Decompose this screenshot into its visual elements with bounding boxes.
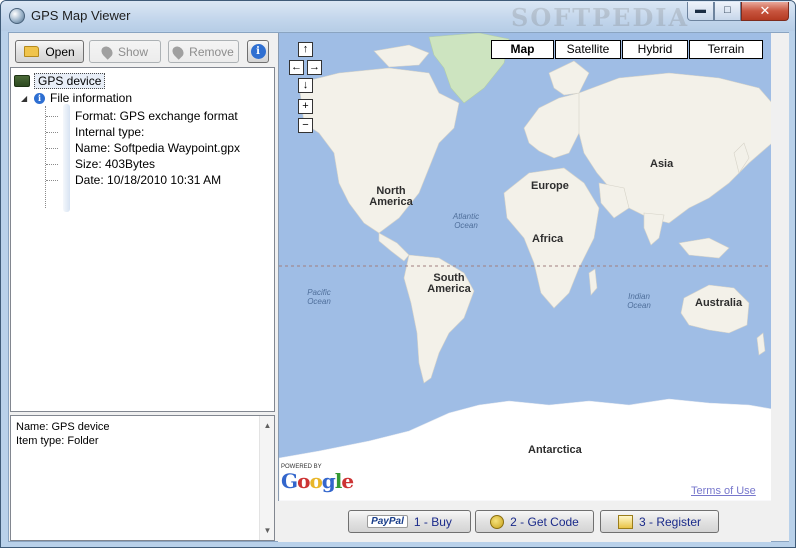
tree-node-file-information[interactable]: ◢ i File information xyxy=(21,90,132,106)
map-type-satellite-button[interactable]: Satellite xyxy=(555,40,621,59)
terms-of-use-link[interactable]: Terms of Use xyxy=(691,485,756,497)
window-edge xyxy=(772,33,789,541)
world-map-graphic xyxy=(279,33,771,501)
paypal-icon: PayPal xyxy=(367,515,408,528)
get-code-button[interactable]: 2 - Get Code xyxy=(475,510,594,533)
tree-guide-branch xyxy=(46,164,58,165)
buy-button[interactable]: PayPal 1 - Buy xyxy=(348,510,471,533)
app-window: GPS Map Viewer SOFTPEDIA ▬ □ ✕ Open Show… xyxy=(0,0,796,548)
collapse-arrow-icon[interactable]: ◢ xyxy=(21,94,29,103)
label-europe: Europe xyxy=(531,180,569,192)
remove-button-label: Remove xyxy=(189,44,234,59)
tree-leaf-marker xyxy=(63,104,70,212)
tree-guide-branch xyxy=(46,132,58,133)
details-scrollbar[interactable]: ▲ ▼ xyxy=(259,416,274,540)
label-africa: Africa xyxy=(532,233,564,245)
register-button-label: 3 - Register xyxy=(638,514,702,529)
pin-icon xyxy=(99,43,115,60)
get-code-button-label: 2 - Get Code xyxy=(510,514,579,529)
label-asia: Asia xyxy=(650,158,674,170)
google-logo-wordmark: Google xyxy=(281,469,354,493)
close-button[interactable]: ✕ xyxy=(741,2,789,21)
map-view[interactable]: Map Satellite Hybrid Terrain ↑ ← → ↓ + −… xyxy=(278,33,771,501)
open-button[interactable]: Open xyxy=(15,40,84,63)
google-logo[interactable]: POWERED BY Google xyxy=(281,464,354,493)
tree-leaf[interactable]: Name: Softpedia Waypoint.gpx xyxy=(75,140,240,156)
register-icon xyxy=(617,514,633,529)
tree-node-label: File information xyxy=(50,91,133,105)
show-button[interactable]: Show xyxy=(89,40,161,63)
pan-up-button[interactable]: ↑ xyxy=(298,42,313,57)
label-pacific-ocean: Pacific Ocean xyxy=(307,288,331,306)
tree-guide-line xyxy=(45,106,46,208)
folder-open-icon xyxy=(24,46,40,57)
remove-pin-icon xyxy=(170,43,186,60)
label-north-america: North America xyxy=(369,185,413,208)
label-south-america: South America xyxy=(427,272,471,295)
key-icon xyxy=(490,514,505,529)
label-australia: Australia xyxy=(695,297,743,309)
scroll-up-icon[interactable]: ▲ xyxy=(260,418,275,433)
zoom-out-button[interactable]: − xyxy=(298,118,313,133)
map-type-hybrid-button[interactable]: Hybrid xyxy=(622,40,688,59)
label-antarctica: Antarctica xyxy=(528,444,582,456)
scroll-down-icon[interactable]: ▼ xyxy=(260,523,275,538)
tree-node-label: GPS device xyxy=(34,73,106,89)
tree-guide-branch xyxy=(46,180,58,181)
info-button[interactable]: i xyxy=(247,40,269,63)
register-button[interactable]: 3 - Register xyxy=(600,510,719,533)
watermark: SOFTPEDIA xyxy=(511,3,690,32)
map-type-map-button[interactable]: Map xyxy=(491,40,554,59)
tree-leaf[interactable]: Internal type: xyxy=(75,124,144,140)
tree-guide-branch xyxy=(46,148,58,149)
toolbar: Open Show Remove i xyxy=(9,33,276,67)
device-tree[interactable]: GPS device ◢ i File information Format: … xyxy=(10,67,275,412)
tree-leaf[interactable]: Format: GPS exchange format xyxy=(75,108,238,124)
pan-left-button[interactable]: ← xyxy=(289,60,304,75)
minimize-button[interactable]: ▬ xyxy=(687,2,714,21)
detail-name: Name: GPS device xyxy=(16,421,110,433)
pan-right-button[interactable]: → xyxy=(307,60,322,75)
buy-button-label: 1 - Buy xyxy=(413,514,452,529)
detail-item-type: Item type: Folder xyxy=(16,435,99,447)
window-title: GPS Map Viewer xyxy=(31,8,131,23)
tree-leaf[interactable]: Size: 403Bytes xyxy=(75,156,155,172)
tree-node-gps-device[interactable]: GPS device xyxy=(14,73,106,89)
globe-icon xyxy=(9,8,25,24)
label-atlantic-ocean: Atlantic Ocean xyxy=(452,212,480,230)
tree-leaf[interactable]: Date: 10/18/2010 10:31 AM xyxy=(75,172,221,188)
remove-button[interactable]: Remove xyxy=(168,40,239,63)
pan-down-button[interactable]: ↓ xyxy=(298,78,313,93)
zoom-in-button[interactable]: + xyxy=(298,99,313,114)
info-icon: i xyxy=(34,92,45,104)
maximize-button[interactable]: □ xyxy=(714,2,741,21)
details-panel: Name: GPS device Item type: Folder ▲ ▼ xyxy=(10,415,275,541)
open-button-label: Open xyxy=(45,44,75,59)
register-bar: PayPal 1 - Buy 2 - Get Code 3 - Register xyxy=(278,501,771,542)
gps-device-icon xyxy=(14,75,30,87)
info-icon: i xyxy=(250,44,266,59)
client-area: Open Show Remove i GPS device ◢ i File i… xyxy=(8,32,789,542)
show-button-label: Show xyxy=(117,44,149,59)
title-bar[interactable]: GPS Map Viewer SOFTPEDIA ▬ □ ✕ xyxy=(1,1,795,32)
tree-guide-branch xyxy=(46,116,58,117)
label-indian-ocean: Indian Ocean xyxy=(627,292,651,310)
map-type-terrain-button[interactable]: Terrain xyxy=(689,40,763,59)
